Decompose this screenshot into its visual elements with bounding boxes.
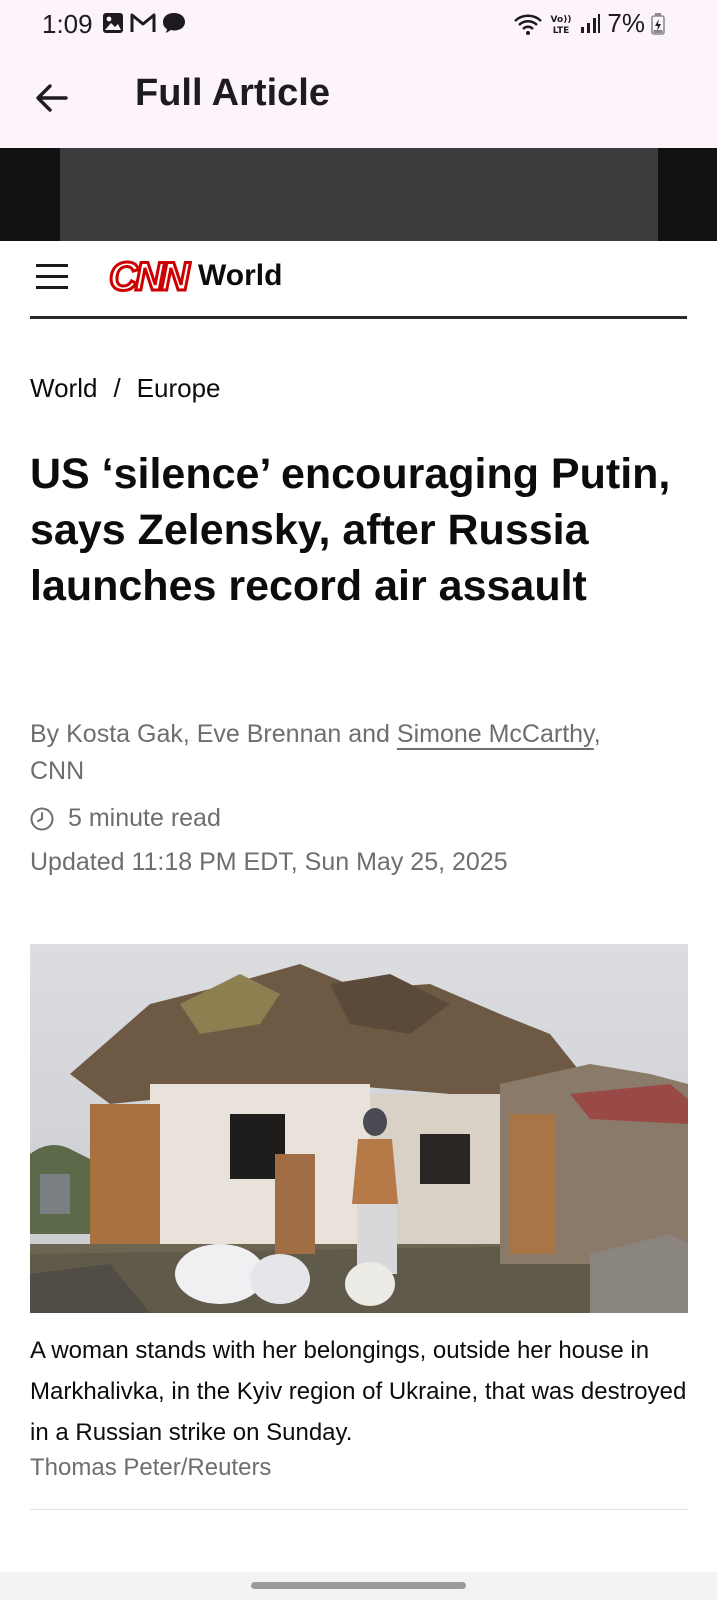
byline-outlet: CNN — [30, 757, 85, 785]
article-photo[interactable] — [30, 944, 688, 1313]
divider — [30, 1509, 688, 1510]
app-bar: Full Article — [0, 46, 717, 148]
status-system-icons: Vo)) LTE 7% — [513, 8, 665, 39]
hamburger-line — [36, 286, 68, 289]
breadcrumb-europe[interactable]: Europe — [137, 373, 221, 404]
breadcrumb-separator: / — [113, 373, 121, 403]
hamburger-line — [36, 264, 68, 267]
photo-caption: A woman stands with her belongings, outs… — [30, 1337, 687, 1446]
ad-placeholder[interactable] — [60, 148, 658, 241]
author-link-simone-mccarthy[interactable]: Simone McCarthy — [397, 720, 594, 748]
updated-timestamp: Updated 11:18 PM EDT, Sun May 25, 2025 — [30, 848, 508, 876]
read-time: 5 minute read — [30, 804, 221, 833]
menu-button[interactable] — [32, 260, 72, 294]
battery-charging-icon — [651, 12, 665, 35]
read-time-text: 5 minute read — [68, 804, 221, 832]
hamburger-line — [36, 275, 68, 278]
section-name-link[interactable]: World — [198, 259, 282, 293]
byline-authors: By Kosta Gak, Eve Brennan and — [30, 720, 397, 748]
system-navigation-bar — [0, 1572, 717, 1600]
cnn-logo-text: CNN — [109, 255, 191, 297]
byline-comma: , — [593, 720, 601, 748]
gmail-icon — [130, 13, 156, 32]
volte-icon: Vo)) LTE — [551, 15, 572, 36]
breadcrumb: World / Europe — [30, 373, 221, 404]
back-button[interactable] — [30, 76, 74, 120]
gesture-handle[interactable] — [251, 1582, 466, 1589]
article-headline: US ‘silence’ encouraging Putin, says Zel… — [30, 450, 671, 610]
svg-text:Vo)): Vo)) — [551, 15, 572, 25]
svg-text:LTE: LTE — [553, 26, 570, 36]
photo-destroyed-house — [30, 944, 688, 1313]
status-bar: 1:09 Vo)) LTE 7% — [0, 0, 717, 46]
battery-percent: 7% — [607, 8, 645, 38]
cnn-site-header: CNN World — [30, 241, 687, 319]
chat-bubble-icon — [163, 13, 185, 33]
article-byline: By Kosta Gak, Eve Brennan and Simone McC… — [30, 716, 690, 790]
clock-icon — [30, 807, 54, 830]
wifi-icon — [514, 14, 543, 35]
ad-banner[interactable] — [0, 148, 717, 241]
photo-credit: Thomas Peter/Reuters — [30, 1454, 272, 1481]
status-time: 1:09 — [42, 9, 93, 39]
page-title: Full Article — [135, 72, 330, 114]
status-notification-icons — [102, 12, 186, 34]
cnn-logo[interactable]: CNN — [104, 255, 192, 297]
gallery-icon — [103, 13, 123, 33]
arrow-left-icon — [36, 84, 68, 112]
signal-icon — [581, 13, 601, 33]
breadcrumb-world[interactable]: World — [30, 373, 97, 404]
